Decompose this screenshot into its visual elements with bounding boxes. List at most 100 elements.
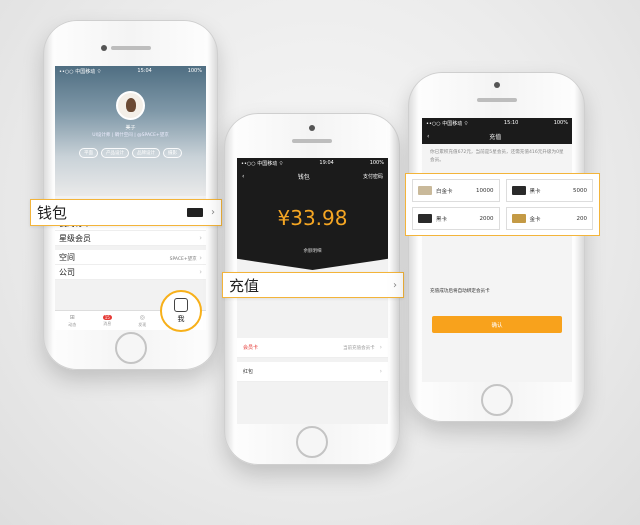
nav-bar: ‹ 充值	[422, 128, 572, 144]
row-sub: 当前充值会员卡	[343, 345, 375, 351]
nav-title: 钱包	[297, 173, 310, 181]
row-red-packet[interactable]: 红包 ›	[237, 362, 388, 382]
camera	[309, 125, 315, 131]
recharge-header: ••○○ 中国移动 ⌔ 15:10 100% ‹ 充值	[422, 118, 572, 144]
home-button[interactable]	[114, 332, 147, 364]
recharge-screen: ••○○ 中国移动 ⌔ 15:10 100% ‹ 充值 你已累积充值672元，当…	[422, 118, 572, 382]
tag[interactable]: 摄影	[163, 148, 182, 158]
card-options-callout: 白金卡 10000 黑卡 5000 黑卡 2000 金卡 200	[405, 173, 600, 236]
camera	[494, 82, 500, 88]
time-text: 19:04	[319, 160, 334, 166]
speaker	[110, 46, 151, 50]
back-icon[interactable]: ‹	[242, 173, 244, 180]
time-text: 15:10	[503, 120, 519, 126]
card-icon	[187, 208, 203, 217]
user-icon	[174, 298, 188, 312]
card-name: 金卡	[529, 216, 541, 223]
tab-label: 发现	[138, 321, 147, 327]
speaker	[476, 98, 517, 102]
nav-title: 充值	[489, 133, 502, 141]
menu-space-value: SPACE+望京	[169, 256, 197, 262]
pay-password-link[interactable]: 支付密码	[363, 173, 383, 180]
home-button[interactable]	[296, 426, 328, 458]
chevron-right-icon: ›	[199, 268, 202, 276]
user-name: 美子	[125, 125, 136, 131]
tag-list: 平面 产品设计 品牌设计 摄影	[79, 148, 189, 158]
confirm-button[interactable]: 确认	[432, 316, 562, 333]
recharge-description: 你已累积充值672元，当前是5星会员，还需充值416元升级为0星会员。	[430, 150, 564, 163]
status-bar: ••○○ 中国移动 ⌔ 15:10 100%	[422, 118, 572, 128]
chevron-right-icon: ›	[199, 253, 202, 262]
chevron-right-icon: ›	[379, 368, 382, 375]
carrier-text: ••○○ 中国移动 ⌔	[241, 160, 284, 167]
tag[interactable]: 平面	[79, 148, 98, 158]
card-icon	[511, 186, 526, 195]
tag[interactable]: 品牌设计	[132, 148, 160, 158]
battery-text: 100%	[369, 160, 384, 166]
card-name: 黑卡	[436, 216, 448, 223]
avatar[interactable]	[116, 91, 145, 120]
row-label: 会员卡	[243, 345, 259, 351]
tab-discover[interactable]: ◎ 发现	[138, 314, 146, 328]
camera	[101, 45, 107, 51]
phone-mockup-recharge: ••○○ 中国移动 ⌔ 15:10 100% ‹ 充值 你已累积充值672元，当…	[408, 72, 585, 422]
carrier-text: ••○○ 中国移动 ⌔	[59, 68, 102, 75]
balance-detail-link[interactable]: 余额明细	[237, 248, 388, 254]
user-job: UI设计师 | 碉什空间 | @SPACE+望京	[92, 133, 169, 138]
menu-space-label: 空间	[59, 252, 75, 262]
chevron-right-icon: ›	[211, 207, 215, 218]
card-amount: 200	[576, 215, 588, 222]
tab-me-label: 我	[177, 315, 185, 323]
profile-header: ••○○ 中国移动 ⌔ 15:04 100% 美子 UI设计师 | 碉什空间 |…	[55, 66, 206, 196]
tab-label: 动态	[68, 321, 77, 327]
status-bar: ••○○ 中国移动 ⌔ 15:04 100%	[55, 66, 206, 76]
header-notch	[237, 256, 388, 270]
tab-messages[interactable]: 15 消息	[102, 314, 112, 327]
wallet-header: ••○○ 中国移动 ⌔ 19:04 100% ‹ 钱包 支付密码 ¥33.98	[237, 158, 388, 256]
chevron-right-icon: ›	[199, 234, 202, 242]
chevron-right-icon: ›	[379, 344, 382, 351]
menu-company-label: 公司	[59, 267, 75, 277]
row-member-card[interactable]: 会员卡 当前充值会员卡 ›	[237, 338, 388, 358]
speaker	[292, 139, 332, 143]
battery-text: 100%	[553, 120, 568, 126]
card-amount: 2000	[479, 215, 494, 222]
tab-label: 消息	[103, 320, 112, 326]
grid-icon: ⊞	[69, 313, 75, 321]
card-amount: 10000	[476, 187, 494, 194]
card-name: 黑卡	[529, 188, 541, 195]
tag[interactable]: 产品设计	[101, 148, 129, 158]
tab-feed[interactable]: ⊞ 动态	[68, 314, 76, 328]
bind-note: 充值成功后将自动绑定会员卡	[430, 289, 490, 294]
status-bar: ••○○ 中国移动 ⌔ 19:04 100%	[237, 158, 388, 168]
menu-company[interactable]: 公司 ›	[55, 265, 206, 280]
carrier-text: ••○○ 中国移动 ⌔	[426, 120, 469, 127]
menu-vip-label: 星级会员	[59, 233, 91, 243]
card-option-black-2000[interactable]: 黑卡 2000	[412, 207, 500, 230]
card-grid: 白金卡 10000 黑卡 5000 黑卡 2000 金卡 200	[406, 174, 599, 235]
card-option-black-5000[interactable]: 黑卡 5000	[505, 179, 593, 202]
charge-label: 充值	[229, 276, 260, 295]
card-name: 白金卡	[436, 188, 453, 195]
card-icon	[418, 186, 432, 195]
wallet-callout[interactable]: 钱包 ›	[30, 199, 222, 226]
row-label: 红包	[243, 369, 254, 375]
charge-callout[interactable]: 充值 ›	[222, 272, 404, 298]
tab-me-highlight[interactable]: 我	[160, 290, 202, 332]
card-amount: 5000	[573, 187, 587, 194]
menu-vip[interactable]: 星级会员 ›	[55, 231, 206, 246]
home-button[interactable]	[480, 384, 513, 416]
card-icon	[418, 214, 432, 223]
wallet-label: 钱包	[37, 204, 68, 222]
card-option-platinum[interactable]: 白金卡 10000	[412, 179, 500, 202]
chevron-right-icon: ›	[393, 279, 397, 291]
nav-bar: ‹ 钱包 支付密码	[237, 168, 388, 184]
message-badge: 15	[102, 314, 112, 320]
time-text: 15:04	[137, 68, 152, 74]
compass-icon: ◎	[139, 313, 145, 321]
balance-amount: ¥33.98	[277, 206, 348, 230]
menu-space[interactable]: 空间 SPACE+望京 ›	[55, 250, 206, 265]
wallet-menu: 会员卡 当前充值会员卡 › 红包 ›	[237, 338, 388, 382]
card-option-gold[interactable]: 金卡 200	[505, 207, 593, 230]
card-icon	[511, 214, 526, 223]
